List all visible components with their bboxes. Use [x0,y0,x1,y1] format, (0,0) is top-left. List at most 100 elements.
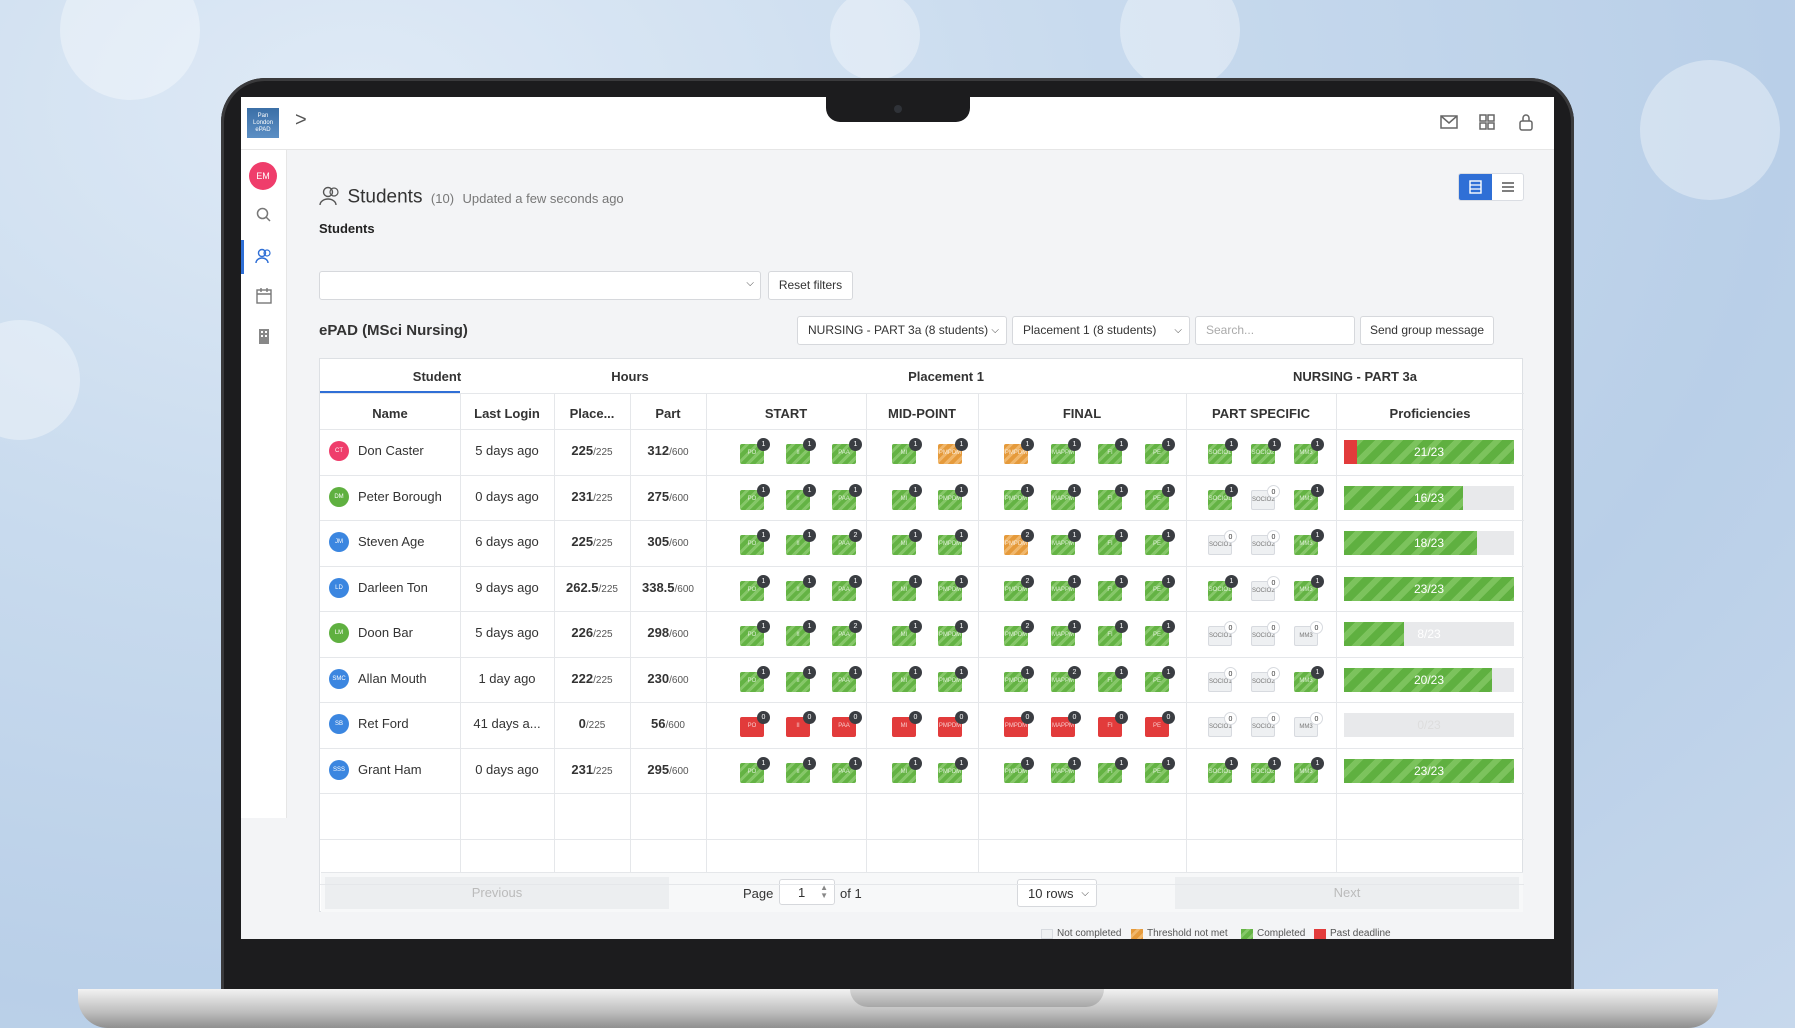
assessment-badge[interactable]: PMPDM 1 [1004,665,1034,692]
assessment-badge[interactable]: PAA 2 [832,529,862,555]
assessment-badge[interactable]: II 1 [786,620,816,646]
assessment-badge[interactable]: PO 1 [740,529,770,555]
assessment-badge[interactable]: PMPDM 2 [1004,574,1034,601]
assessment-badge[interactable]: MAPPM 1 [1051,438,1081,464]
assessment-badge[interactable]: MI 1 [892,574,922,601]
assessment-badge[interactable]: PE 1 [1145,620,1175,646]
assessment-badge[interactable]: PMPDM 1 [938,620,968,646]
app-logo[interactable]: Pan London ePAD [247,108,279,138]
assessment-badge[interactable]: MI 1 [892,620,922,646]
assessment-badge[interactable]: MAPPM 2 [1051,665,1081,692]
assessment-badge[interactable]: MM3 1 [1294,438,1324,464]
assessment-badge[interactable]: PE 1 [1145,483,1175,510]
assessment-badge[interactable]: II 1 [786,756,816,783]
assessment-badge[interactable]: FI 1 [1098,438,1128,464]
assessment-badge[interactable]: MI 1 [892,483,922,510]
assessment-badge[interactable]: MAPPM 0 [1051,711,1081,737]
student-name[interactable]: Doon Bar [358,625,413,640]
assessment-badge[interactable]: PE 1 [1145,438,1175,464]
assessment-badge[interactable]: PE 1 [1145,756,1175,783]
assessment-badge[interactable]: PMPDM 1 [938,756,968,783]
proficiency-progress[interactable]: 18/23 [1344,531,1514,555]
assessment-badge[interactable]: MAPPM 1 [1051,620,1081,646]
assessment-badge[interactable]: PE 1 [1145,574,1175,601]
assessment-badge[interactable]: PMPDM 1 [938,574,968,601]
assessment-badge[interactable]: MI 1 [892,756,922,783]
assessment-badge[interactable]: PMPDM 1 [938,529,968,555]
assessment-badge[interactable]: SOCIO1 1 [1208,438,1238,464]
assessment-badge[interactable]: PMPDM 1 [938,483,968,510]
assessment-badge[interactable]: PMPDM 1 [938,665,968,692]
calendar-icon[interactable] [255,287,273,305]
col-start[interactable]: START [706,406,866,421]
assessment-badge[interactable]: PAA 1 [832,665,862,692]
col-proficiencies[interactable]: Proficiencies [1336,406,1524,421]
assessment-badge[interactable]: FI 1 [1098,529,1128,555]
assessment-badge[interactable]: SOCIO2 1 [1251,756,1281,783]
assessment-badge[interactable]: II 1 [786,483,816,510]
proficiency-progress[interactable]: 23/23 [1344,758,1514,783]
expand-chevron-icon[interactable]: > [295,109,307,132]
assessment-badge[interactable]: MAPPM 1 [1051,529,1081,555]
assessment-badge[interactable]: MI 0 [892,711,922,737]
assessment-badge[interactable]: SOCIO2 0 [1251,575,1280,601]
assessment-badge[interactable]: SOCIO2 0 [1251,530,1280,555]
assessment-badge[interactable]: PMPDM 1 [1004,756,1034,783]
assessment-badge[interactable]: PMPDM 1 [1004,438,1034,464]
assessment-badge[interactable]: SOCIO2 0 [1251,484,1280,510]
assessment-badge[interactable]: MAPPM 1 [1051,574,1081,601]
proficiency-progress[interactable]: 23/23 [1344,576,1514,601]
assessment-badge[interactable]: PAA 2 [832,620,862,646]
reset-filters-button[interactable]: Reset filters [768,271,853,300]
search-icon[interactable] [255,206,273,224]
assessment-badge[interactable]: PE 1 [1145,665,1175,692]
assessment-badge[interactable]: MM3 1 [1294,574,1324,601]
col-final[interactable]: FINAL [978,406,1186,421]
assessment-badge[interactable]: SOCIO1 1 [1208,756,1238,783]
col-last-login[interactable]: Last Login [460,406,554,421]
assessment-badge[interactable]: FI 0 [1098,711,1128,737]
proficiency-progress[interactable]: 20/23 [1344,667,1514,692]
col-mid-point[interactable]: MID-POINT [866,406,978,421]
assessment-badge[interactable]: II 1 [786,438,816,464]
assessment-badge[interactable]: PAA 1 [832,574,862,601]
send-group-message-button[interactable]: Send group message [1360,316,1494,345]
search-input[interactable]: Search... [1195,316,1355,345]
assessment-badge[interactable]: SOCIO2 0 [1251,666,1280,692]
assessment-badge[interactable]: II 1 [786,574,816,601]
assessment-badge[interactable]: MM3 0 [1294,621,1323,646]
assessment-badge[interactable]: PAA 0 [832,711,862,737]
assessment-badge[interactable]: FI 1 [1098,483,1128,510]
student-name[interactable]: Don Caster [358,443,424,458]
proficiency-progress[interactable]: 0/23 [1344,713,1514,737]
assessment-badge[interactable]: MAPPM 1 [1051,483,1081,510]
assessment-badge[interactable]: MI 1 [892,529,922,555]
assessment-badge[interactable]: PE 0 [1145,711,1175,737]
card-view-button[interactable] [1459,174,1492,200]
assessment-badge[interactable]: SOCIO2 1 [1251,438,1281,464]
assessment-badge[interactable]: MI 1 [892,438,922,464]
assessment-badge[interactable]: PMPDM 1 [1004,483,1034,510]
user-avatar[interactable]: EM [249,162,277,190]
assessment-badge[interactable]: PO 1 [740,483,770,510]
col-placement-hours[interactable]: Place... [554,406,630,421]
assessment-badge[interactable]: II 0 [786,711,816,737]
assessment-badge[interactable]: MM3 1 [1294,529,1324,555]
students-icon[interactable] [255,247,273,265]
col-name[interactable]: Name [320,406,460,421]
assessment-badge[interactable]: PO 1 [740,620,770,646]
list-view-button[interactable] [1492,174,1524,200]
student-name[interactable]: Peter Borough [358,489,442,504]
previous-button[interactable]: Previous [325,877,669,909]
next-button[interactable]: Next [1175,877,1519,909]
col-part-hours[interactable]: Part [630,406,706,421]
assessment-badge[interactable]: II 1 [786,529,816,555]
assessment-badge[interactable]: FI 1 [1098,620,1128,646]
mail-icon[interactable] [1439,112,1459,132]
assessment-badge[interactable]: II 1 [786,665,816,692]
student-name[interactable]: Steven Age [358,534,425,549]
student-name[interactable]: Ret Ford [358,716,409,731]
assessment-badge[interactable]: PO 0 [740,711,770,737]
assessment-badge[interactable]: MM3 1 [1294,483,1324,510]
apps-grid-icon[interactable] [1477,112,1497,132]
